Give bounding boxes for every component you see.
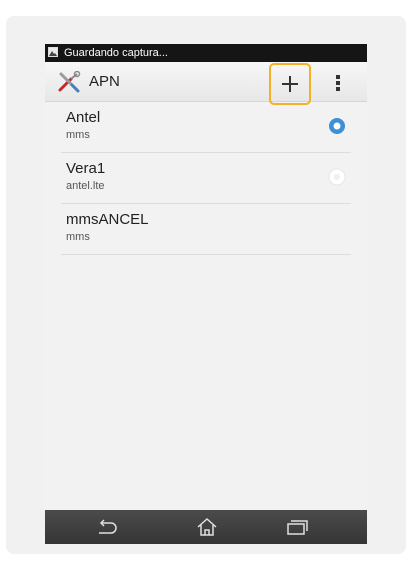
home-button[interactable] [195, 516, 219, 538]
apn-value: mms [66, 129, 90, 141]
apn-name: mmsANCEL [66, 211, 149, 228]
overflow-menu-button[interactable] [327, 70, 351, 96]
radio-selected[interactable] [328, 117, 346, 135]
tools-icon[interactable] [57, 70, 83, 93]
action-bar: APN [45, 62, 367, 105]
recents-icon [287, 520, 308, 535]
status-notification-text: Guardando captura... [64, 47, 168, 59]
back-button[interactable] [95, 516, 119, 538]
apn-list: Antel mms Vera1 antel.lte mmsANCEL mms [45, 102, 367, 255]
status-bar: Guardando captura... [45, 44, 367, 62]
apn-name: Antel [66, 109, 101, 126]
apn-value: antel.lte [66, 180, 105, 192]
navigation-bar [45, 510, 367, 544]
apn-name: Vera1 [66, 160, 106, 177]
overflow-menu-icon [336, 75, 340, 91]
back-icon [99, 519, 117, 534]
add-apn-button[interactable] [269, 63, 311, 105]
apn-list-item-antel[interactable]: Antel mms [61, 102, 351, 153]
radio-unselected[interactable] [328, 168, 346, 186]
apn-list-item-vera1[interactable]: Vera1 antel.lte [61, 153, 351, 204]
image-icon [48, 47, 58, 57]
apn-list-item-mmsancel[interactable]: mmsANCEL mms [61, 204, 351, 255]
apn-value: mms [66, 231, 90, 243]
plus-icon [282, 76, 298, 92]
phone-screen: Guardando captura... APN Antel mms Vera1… [45, 44, 367, 544]
recents-button[interactable] [285, 516, 309, 538]
page-title: APN [89, 73, 120, 90]
home-icon [197, 517, 217, 536]
